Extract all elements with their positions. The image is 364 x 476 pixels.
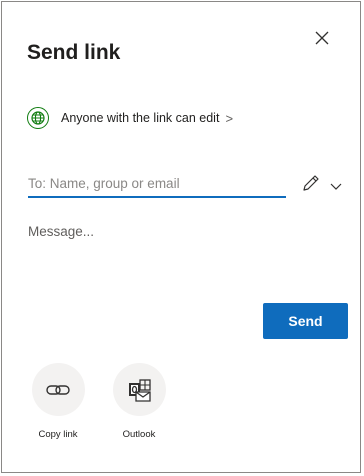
recipients-input[interactable] [28, 170, 286, 198]
outlook-icon [129, 378, 151, 402]
link-icon [46, 384, 70, 395]
send-button[interactable]: Send [263, 303, 348, 339]
link-permission-label: Anyone with the link can edit [61, 111, 220, 125]
link-permission-button[interactable]: Anyone with the link can edit > [27, 106, 233, 130]
outlook-label: Outlook [122, 429, 156, 440]
copy-link-button[interactable]: Copy link [28, 363, 88, 440]
message-input[interactable] [28, 224, 338, 284]
copy-link-circle [31, 363, 85, 416]
recipient-permission-button[interactable] [301, 173, 321, 193]
close-icon [315, 31, 329, 45]
outlook-circle [112, 363, 166, 416]
copy-link-label: Copy link [38, 429, 78, 440]
globe-icon [27, 107, 49, 129]
outlook-button[interactable]: Outlook [109, 363, 169, 440]
close-button[interactable] [312, 28, 332, 48]
chevron-right-icon: > [225, 110, 234, 126]
send-link-dialog: Send link Anyone with the link can edit … [1, 1, 361, 473]
chevron-down-icon [330, 183, 342, 190]
recipient-permission-dropdown[interactable] [329, 178, 343, 190]
dialog-title: Send link [27, 41, 121, 64]
pencil-icon [303, 175, 319, 191]
